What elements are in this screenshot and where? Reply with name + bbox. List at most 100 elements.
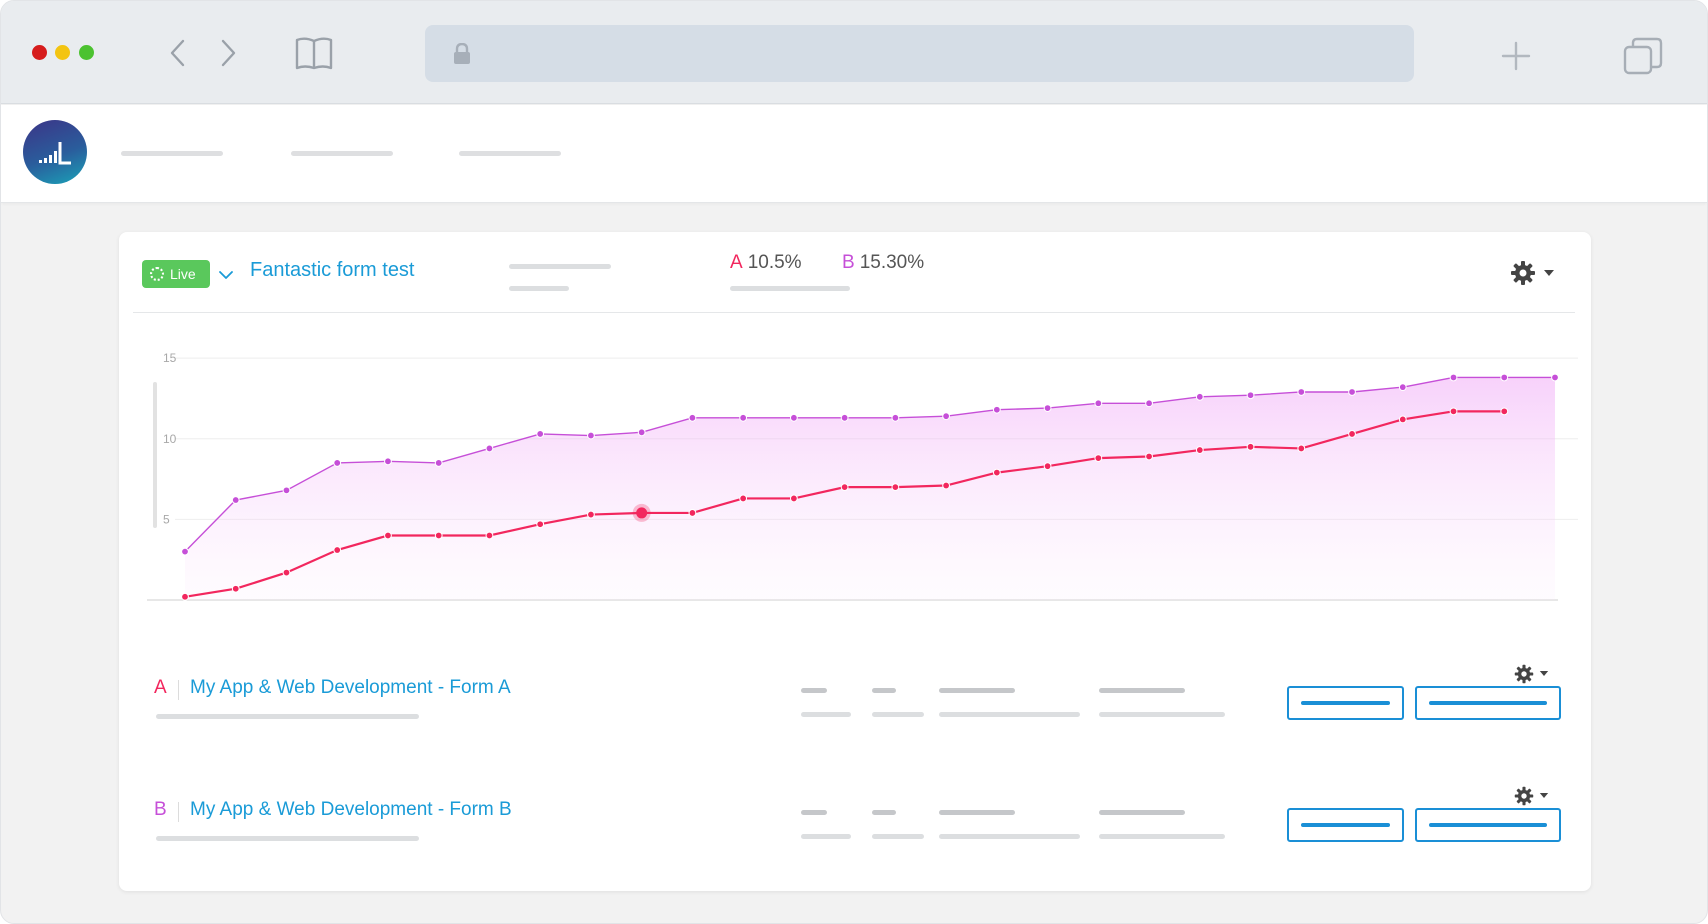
series-a-point[interactable]	[1043, 462, 1052, 471]
series-a-point[interactable]	[942, 481, 951, 490]
series-b-point[interactable]	[1195, 392, 1204, 401]
series-a-point[interactable]	[384, 531, 392, 540]
metric-placeholder	[939, 834, 1080, 839]
variant-b-rate-value: 15.30%	[859, 252, 925, 273]
variant-caret-down-icon[interactable]	[1539, 670, 1549, 677]
nav-item-placeholder[interactable]	[121, 151, 223, 156]
series-a-point[interactable]	[1297, 444, 1306, 453]
series-a-point[interactable]	[789, 494, 798, 503]
variant-gear-icon[interactable]	[1514, 664, 1534, 684]
series-a-point[interactable]	[739, 494, 748, 503]
y-tick-label: 10	[163, 432, 177, 446]
stat-placeholder	[509, 264, 611, 269]
series-a-point[interactable]	[1094, 454, 1103, 463]
live-status-badge[interactable]: Live	[142, 260, 210, 288]
metric-placeholder	[939, 688, 1015, 693]
series-b-point[interactable]	[1094, 399, 1103, 408]
chart-scroll-handle[interactable]	[153, 382, 157, 528]
series-a-point[interactable]	[1145, 452, 1153, 461]
series-b-point[interactable]	[1043, 404, 1052, 413]
series-b-point[interactable]	[992, 405, 1001, 414]
series-b-point[interactable]	[231, 496, 240, 504]
variant-gear-icon[interactable]	[1514, 786, 1534, 806]
series-a-point[interactable]	[333, 546, 342, 554]
series-a-point[interactable]	[1348, 430, 1356, 438]
variant-b-letter: B	[842, 252, 855, 273]
series-b-point[interactable]	[1145, 399, 1153, 408]
series-a-point[interactable]	[181, 592, 189, 601]
tabs-overview-icon[interactable]	[1623, 37, 1663, 77]
metric-placeholder	[1099, 688, 1185, 693]
bookmarks-icon[interactable]	[294, 35, 334, 71]
variant-action-button[interactable]	[1287, 686, 1404, 720]
new-tab-icon[interactable]	[1501, 41, 1531, 71]
variant-name[interactable]: My App & Web Development - Form B	[190, 799, 512, 821]
series-a-point[interactable]	[1398, 415, 1407, 424]
series-b-point[interactable]	[434, 459, 443, 467]
series-b-point[interactable]	[637, 428, 646, 437]
series-a-point[interactable]	[992, 468, 1001, 477]
series-b-point[interactable]	[789, 413, 798, 422]
variant-action-button[interactable]	[1287, 808, 1404, 842]
metric-placeholder	[1099, 712, 1225, 717]
series-a-point[interactable]	[1246, 442, 1255, 451]
gear-icon[interactable]	[1510, 260, 1536, 286]
metric-placeholder	[939, 712, 1080, 717]
series-b-point[interactable]	[1398, 383, 1407, 392]
series-b-point[interactable]	[536, 430, 545, 438]
variant-action-button[interactable]	[1415, 808, 1561, 842]
series-b-point[interactable]	[333, 459, 342, 467]
metric-placeholder	[801, 810, 827, 815]
series-a-point[interactable]	[536, 520, 545, 529]
nav-item-placeholder[interactable]	[291, 151, 393, 156]
series-b-point[interactable]	[1500, 373, 1509, 382]
series-a-point[interactable]	[840, 483, 849, 492]
series-b-point[interactable]	[1348, 388, 1356, 396]
minimize-window-button[interactable]	[55, 45, 70, 60]
series-a-point[interactable]	[1195, 446, 1204, 454]
series-a-point[interactable]	[587, 510, 595, 519]
series-a-point[interactable]	[282, 568, 291, 577]
close-window-button[interactable]	[32, 45, 47, 60]
test-title[interactable]: Fantastic form test	[250, 259, 415, 282]
variant-separator	[178, 680, 179, 700]
variant-sub-placeholder	[156, 714, 419, 719]
zoom-window-button[interactable]	[79, 45, 94, 60]
series-b-point[interactable]	[181, 547, 189, 556]
variant-letter: A	[154, 677, 167, 698]
chevron-down-icon[interactable]	[219, 270, 233, 280]
series-a-point[interactable]	[434, 531, 443, 540]
series-a-point[interactable]	[1500, 407, 1509, 416]
series-a-point[interactable]	[485, 531, 494, 540]
series-b-point[interactable]	[739, 413, 748, 422]
series-a-point[interactable]	[688, 509, 697, 517]
highlighted-point[interactable]	[636, 507, 648, 519]
series-b-point[interactable]	[1551, 373, 1559, 382]
forward-chevron-icon[interactable]	[219, 39, 237, 67]
series-a-point[interactable]	[231, 584, 240, 593]
address-bar[interactable]	[425, 25, 1414, 82]
variant-b-rate: B 15.30%	[842, 252, 924, 274]
bar-chart-logo-icon[interactable]	[23, 120, 87, 184]
nav-item-placeholder[interactable]	[459, 151, 561, 156]
variant-a-letter: A	[730, 252, 743, 273]
series-b-point[interactable]	[1297, 388, 1306, 396]
series-b-point[interactable]	[891, 413, 900, 422]
series-b-point[interactable]	[688, 413, 697, 422]
variant-caret-down-icon[interactable]	[1539, 792, 1549, 799]
series-b-point[interactable]	[1246, 391, 1255, 400]
metric-placeholder	[1099, 810, 1185, 815]
series-b-point[interactable]	[1449, 373, 1458, 382]
series-b-point[interactable]	[840, 413, 849, 422]
variant-action-button[interactable]	[1415, 686, 1561, 720]
series-a-point[interactable]	[1449, 407, 1458, 416]
series-b-point[interactable]	[485, 444, 494, 453]
back-chevron-icon[interactable]	[169, 39, 187, 67]
series-a-point[interactable]	[891, 483, 900, 492]
variant-name[interactable]: My App & Web Development - Form A	[190, 677, 511, 699]
series-b-point[interactable]	[587, 431, 595, 440]
series-b-point[interactable]	[384, 457, 392, 466]
series-b-point[interactable]	[282, 486, 291, 495]
caret-down-icon[interactable]	[1543, 269, 1555, 277]
series-b-point[interactable]	[942, 412, 951, 421]
